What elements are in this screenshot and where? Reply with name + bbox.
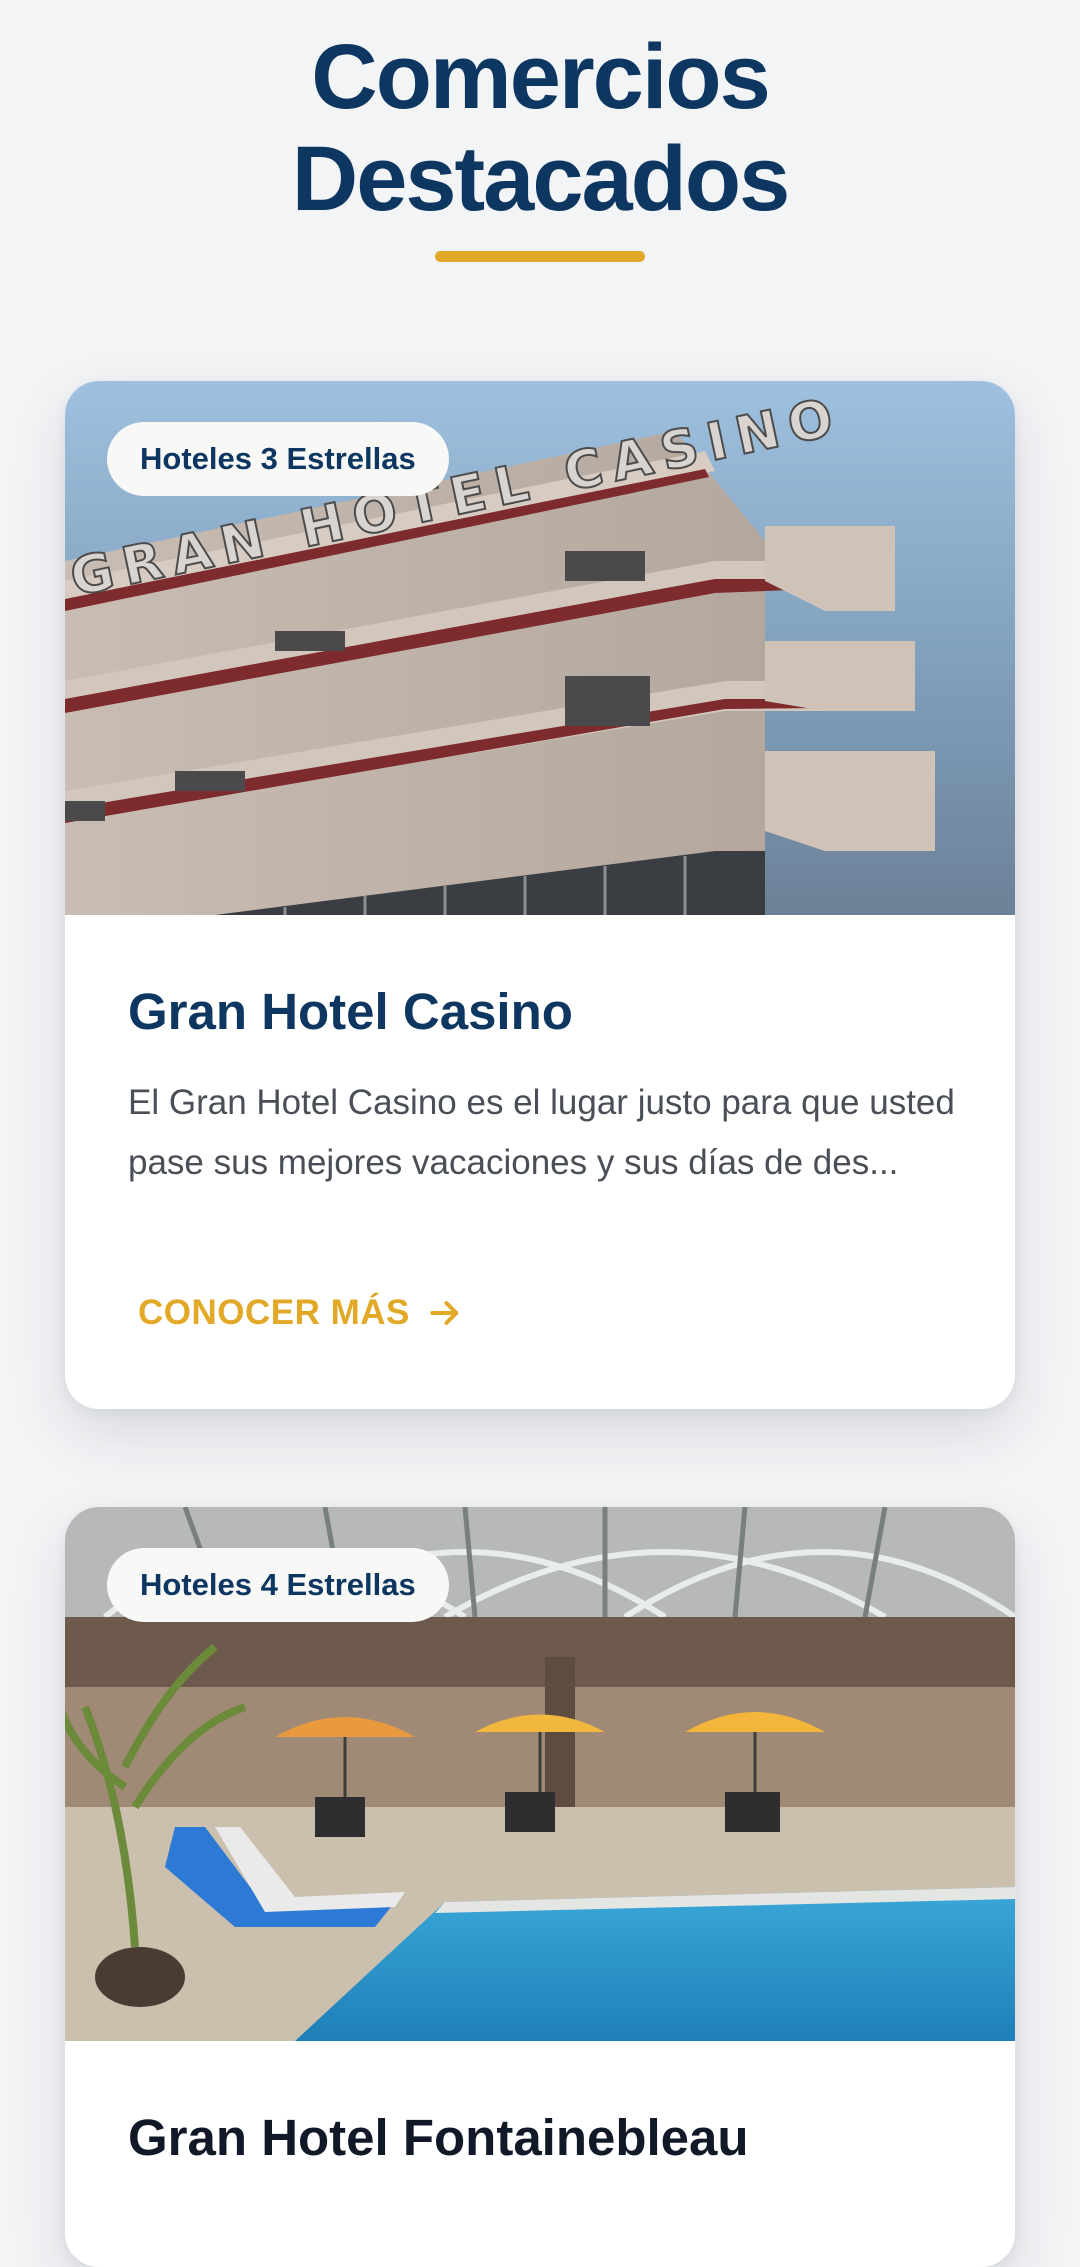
hotel-photo[interactable]: GRAN HOTEL CASINO Hoteles 3 Estrellas [65,381,1015,915]
business-description: El Gran Hotel Casino es el lugar justo p… [128,1083,955,1182]
business-name[interactable]: Gran Hotel Casino [128,981,573,1043]
hotel-photo[interactable]: Hoteles 4 Estrellas [65,1507,1015,2041]
learn-more-label: CONOCER MÁS [138,1293,410,1332]
category-badge: Hoteles 3 Estrellas [107,422,449,496]
section-title-line-2: Destacados [291,128,790,230]
title-underline [435,251,645,262]
category-badge: Hoteles 4 Estrellas [107,1548,449,1622]
business-name[interactable]: Gran Hotel Fontainebleau [128,2107,749,2169]
business-card-gran-hotel-fontainebleau[interactable]: Hoteles 4 Estrellas Gran Hotel Fontaineb… [65,1507,1015,2267]
arrow-right-icon [430,1301,459,1325]
learn-more-link[interactable]: CONOCER MÁS [138,1293,462,1333]
section-title-line-1: Comercios [311,26,770,128]
section-title: Comercios Destacados [0,26,1080,230]
business-card-gran-hotel-casino[interactable]: GRAN HOTEL CASINO Hoteles 3 Estrellas Gr… [65,381,1015,1409]
